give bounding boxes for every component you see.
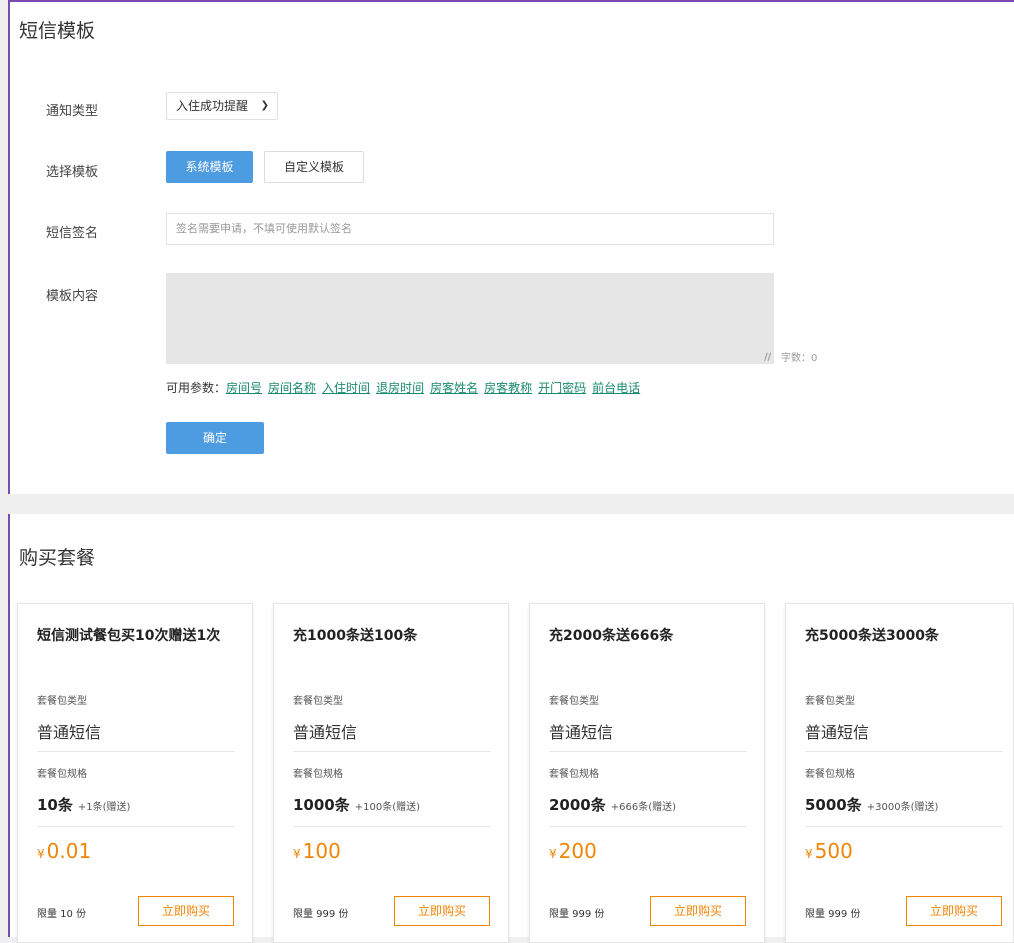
notify-type-label: 通知类型 bbox=[46, 104, 99, 119]
content-label: 模板内容 bbox=[46, 289, 99, 304]
price-amount: 100 bbox=[302, 839, 341, 863]
currency-symbol: ¥ bbox=[549, 847, 557, 861]
package-spec-label: 套餐包规格 bbox=[805, 769, 855, 780]
divider bbox=[293, 826, 491, 827]
spec-bonus: +100条(赠送) bbox=[354, 802, 421, 813]
signature-label: 短信签名 bbox=[46, 226, 99, 241]
package-name: 充1000条送100条 bbox=[293, 628, 418, 644]
divider bbox=[293, 751, 491, 752]
spec-count: 5000条 bbox=[805, 796, 862, 814]
param-link[interactable]: 退房时间 bbox=[376, 381, 424, 395]
resize-grip-icon[interactable]: ∕∕ bbox=[764, 352, 771, 363]
package-price: ¥100 bbox=[293, 839, 341, 863]
spec-bonus: +3000条(赠送) bbox=[866, 802, 939, 813]
system-template-button[interactable]: 系统模板 bbox=[166, 151, 253, 183]
divider bbox=[549, 826, 747, 827]
currency-symbol: ¥ bbox=[37, 847, 45, 861]
package-spec-label: 套餐包规格 bbox=[293, 769, 343, 780]
package-limit: 限量 10 份 bbox=[37, 909, 87, 920]
package-type-value: 普通短信 bbox=[805, 723, 870, 742]
spec-bonus: +1条(赠送) bbox=[77, 802, 131, 813]
package-name: 充5000条送3000条 bbox=[805, 628, 939, 644]
param-link[interactable]: 房客姓名 bbox=[430, 381, 478, 395]
param-link[interactable]: 入住时间 bbox=[322, 381, 370, 395]
buy-now-button[interactable]: 立即购买 bbox=[138, 896, 234, 926]
package-name: 短信测试餐包买10次赠送1次 bbox=[37, 628, 221, 644]
custom-template-button[interactable]: 自定义模板 bbox=[264, 151, 364, 183]
buy-now-button[interactable]: 立即购买 bbox=[906, 896, 1002, 926]
package-limit: 限量 999 份 bbox=[549, 909, 605, 920]
param-link[interactable]: 开门密码 bbox=[538, 381, 586, 395]
available-params: 可用参数：房间号 房间名称 入住时间 退房时间 房客姓名 房客教称 开门密码 前台电话 bbox=[166, 379, 646, 396]
signature-input[interactable]: 签名需要申请，不填可使用默认签名 bbox=[166, 213, 774, 245]
divider bbox=[549, 751, 747, 752]
param-link[interactable]: 房间名称 bbox=[268, 381, 316, 395]
divider bbox=[805, 826, 1003, 827]
package-card: 充2000条送666条 套餐包类型 普通短信 套餐包规格 2000条 +666条(… bbox=[529, 603, 765, 943]
packages-title: 购买套餐 bbox=[19, 547, 96, 569]
buy-now-button[interactable]: 立即购买 bbox=[394, 896, 490, 926]
package-card: 短信测试餐包买10次赠送1次 套餐包类型 普通短信 套餐包规格 10条 +1条(赠… bbox=[17, 603, 253, 943]
package-price: ¥500 bbox=[805, 839, 853, 863]
template-choice-label: 选择模板 bbox=[46, 165, 99, 180]
currency-symbol: ¥ bbox=[293, 847, 301, 861]
params-prefix: 可用参数： bbox=[166, 381, 227, 395]
package-spec-label: 套餐包规格 bbox=[37, 769, 87, 780]
divider bbox=[37, 826, 235, 827]
divider bbox=[37, 751, 235, 752]
char-count: 字数：0 bbox=[781, 353, 818, 364]
param-link[interactable]: 房客教称 bbox=[484, 381, 532, 395]
package-limit: 限量 999 份 bbox=[293, 909, 349, 920]
price-amount: 200 bbox=[558, 839, 597, 863]
package-spec: 10条 +1条(赠送) bbox=[37, 794, 130, 815]
package-type-label: 套餐包类型 bbox=[293, 696, 343, 707]
param-link[interactable]: 前台电话 bbox=[592, 381, 640, 395]
package-card: 充5000条送3000条 套餐包类型 普通短信 套餐包规格 5000条 +3000… bbox=[785, 603, 1014, 943]
currency-symbol: ¥ bbox=[805, 847, 813, 861]
sms-template-panel bbox=[8, 0, 1014, 494]
package-type-label: 套餐包类型 bbox=[549, 696, 599, 707]
package-type-label: 套餐包类型 bbox=[805, 696, 855, 707]
price-amount: 0.01 bbox=[46, 839, 92, 863]
package-price: ¥0.01 bbox=[37, 839, 91, 863]
package-spec: 5000条 +3000条(赠送) bbox=[805, 794, 938, 815]
param-link[interactable]: 房间号 bbox=[226, 381, 262, 395]
spec-bonus: +666条(赠送) bbox=[610, 802, 677, 813]
sms-template-title: 短信模板 bbox=[19, 20, 96, 42]
chevron-down-icon: ❯ bbox=[260, 100, 269, 111]
package-type-label: 套餐包类型 bbox=[37, 696, 87, 707]
package-spec-label: 套餐包规格 bbox=[549, 769, 599, 780]
price-amount: 500 bbox=[814, 839, 853, 863]
package-spec: 2000条 +666条(赠送) bbox=[549, 794, 676, 815]
buy-now-button[interactable]: 立即购买 bbox=[650, 896, 746, 926]
package-limit: 限量 999 份 bbox=[805, 909, 861, 920]
content-textarea[interactable]: ∕∕ bbox=[166, 273, 774, 364]
confirm-button[interactable]: 确定 bbox=[166, 422, 264, 454]
package-price: ¥200 bbox=[549, 839, 597, 863]
package-type-value: 普通短信 bbox=[549, 723, 614, 742]
spec-count: 10条 bbox=[37, 796, 73, 814]
package-card: 充1000条送100条 套餐包类型 普通短信 套餐包规格 1000条 +100条(… bbox=[273, 603, 509, 943]
notify-type-select[interactable]: 入住成功提醒 ❯ bbox=[166, 92, 278, 120]
package-name: 充2000条送666条 bbox=[549, 628, 674, 644]
divider bbox=[805, 751, 1003, 752]
notify-type-value: 入住成功提醒 bbox=[176, 99, 249, 113]
package-type-value: 普通短信 bbox=[293, 723, 358, 742]
spec-count: 2000条 bbox=[549, 796, 606, 814]
package-spec: 1000条 +100条(赠送) bbox=[293, 794, 420, 815]
package-type-value: 普通短信 bbox=[37, 723, 102, 742]
spec-count: 1000条 bbox=[293, 796, 350, 814]
